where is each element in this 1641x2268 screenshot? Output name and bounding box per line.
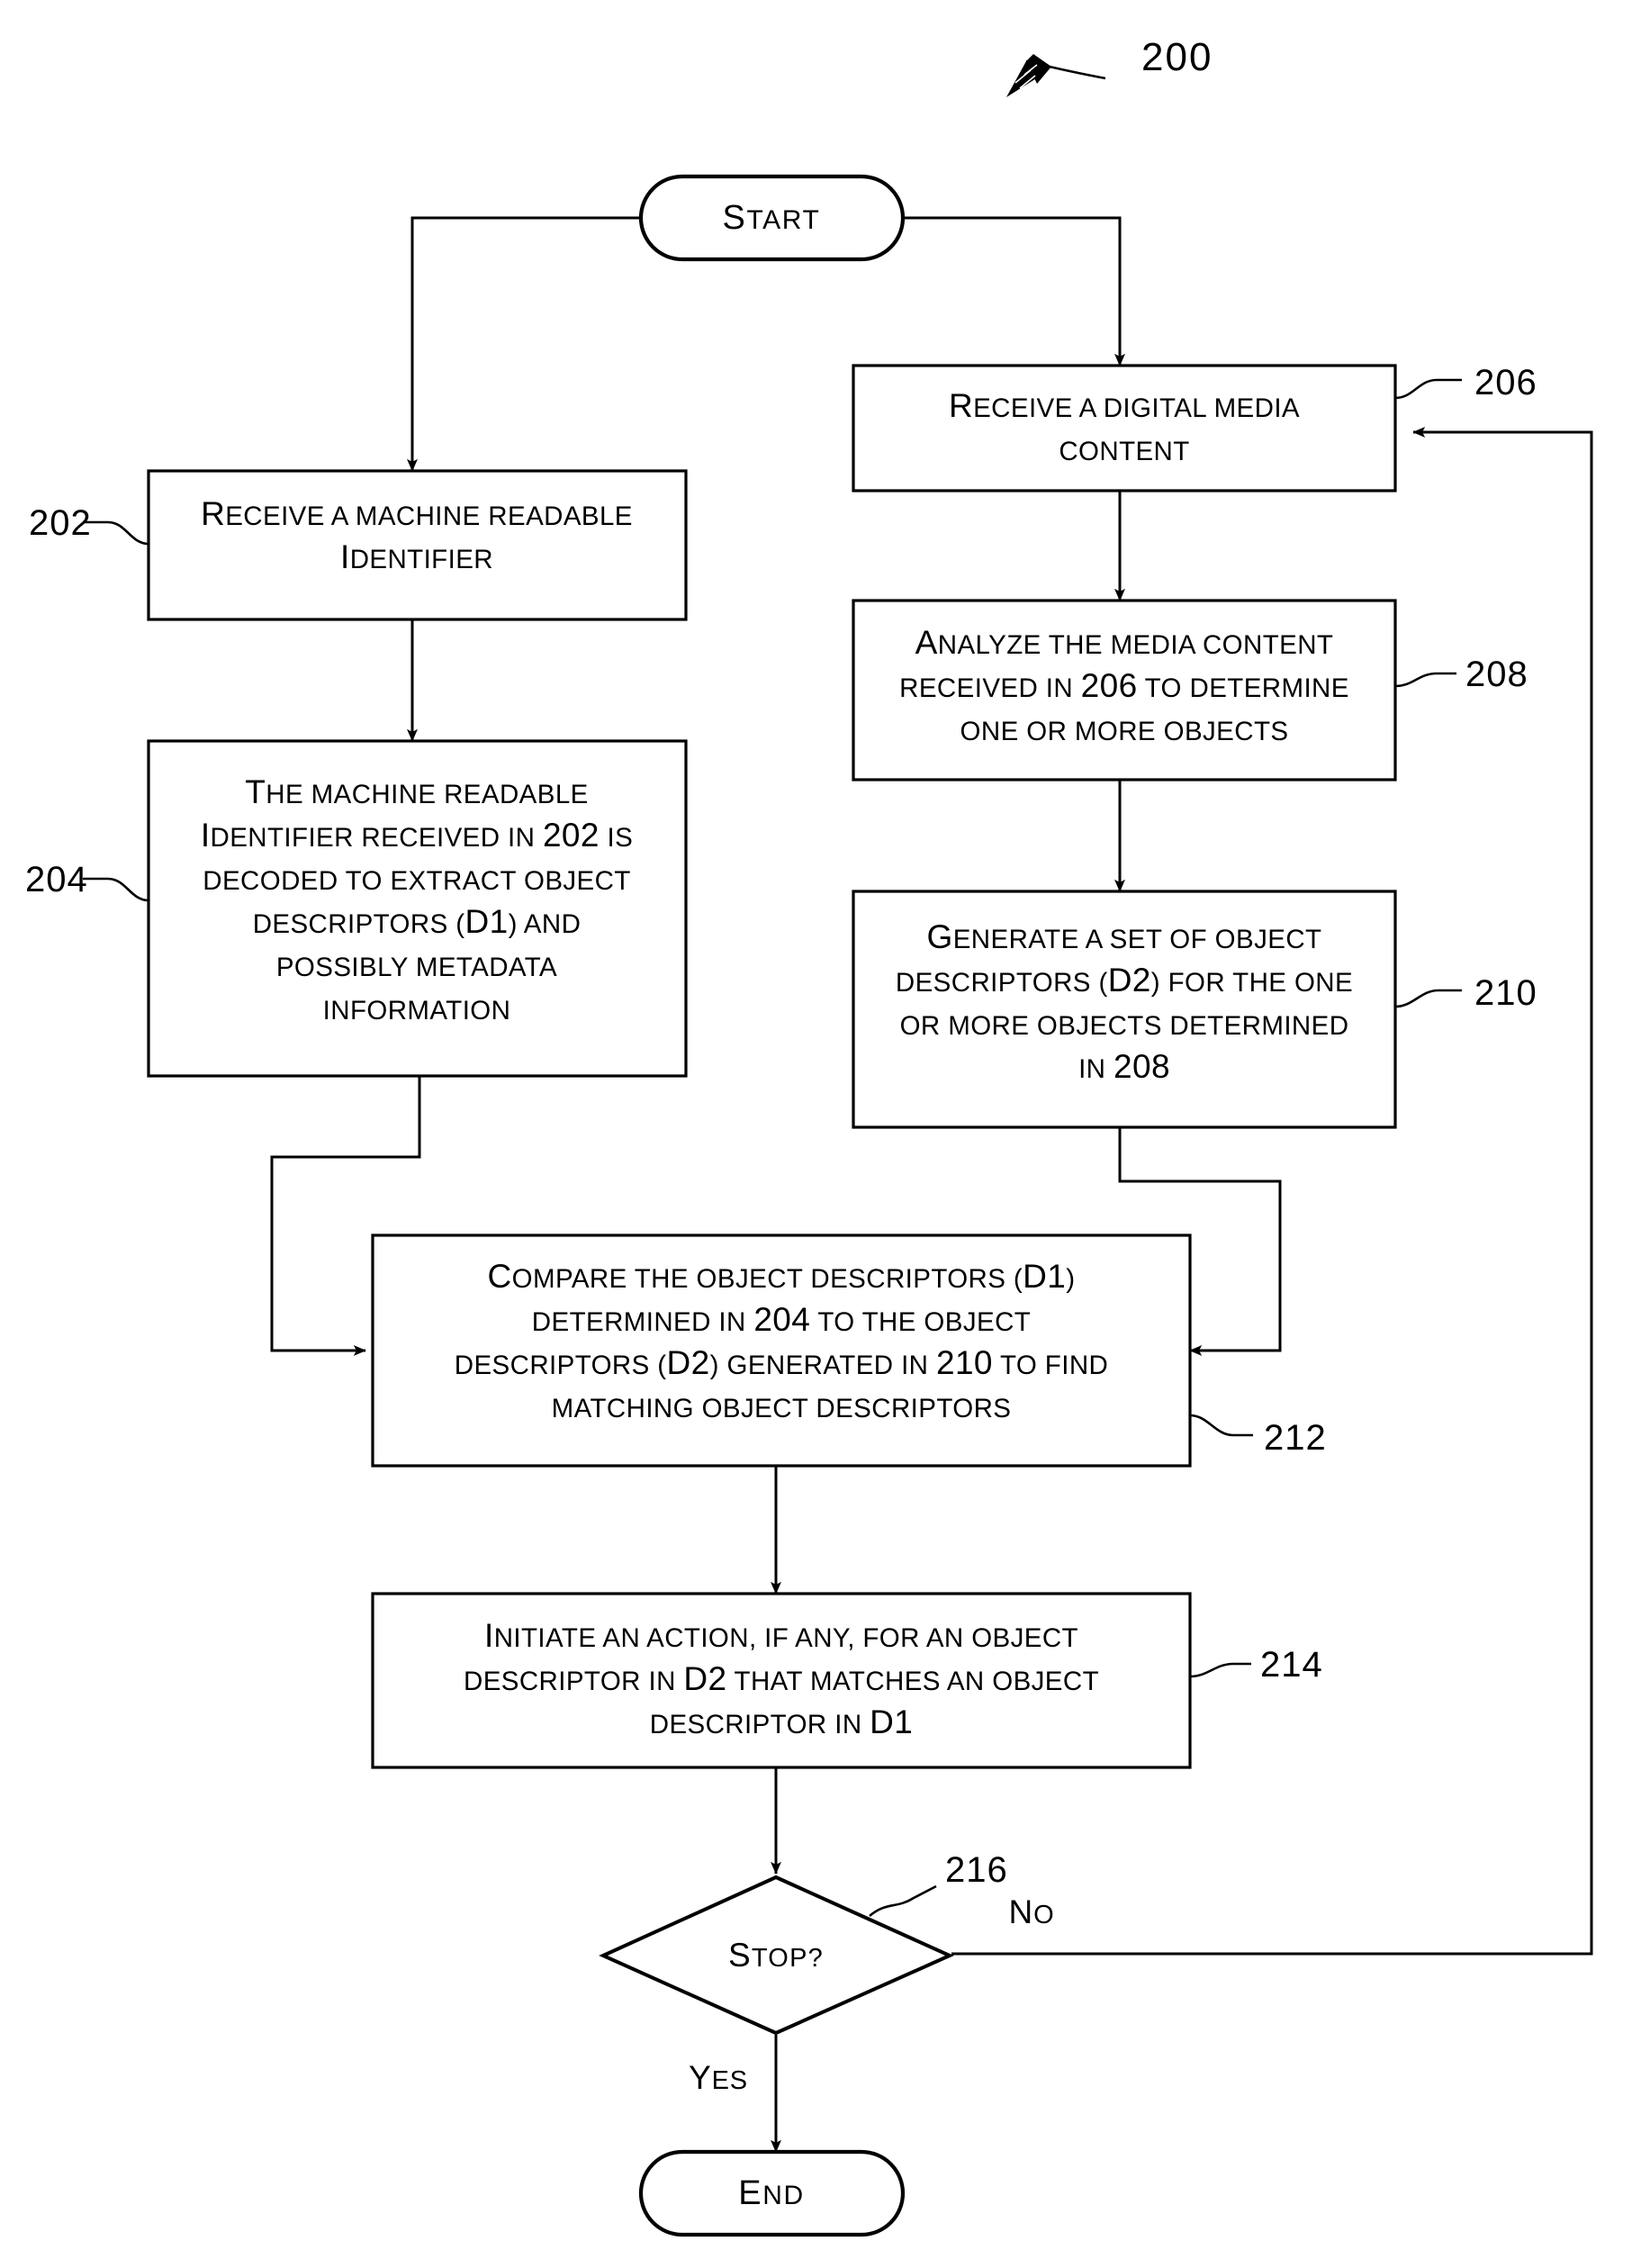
node-216-leader xyxy=(869,1884,937,1918)
node-212[interactable]: COMPARE THE OBJECT DESCRIPTORS (D1) DETE… xyxy=(371,1233,1327,1468)
node-206-line-2: CONTENT xyxy=(1059,437,1189,466)
node-206-shape xyxy=(852,364,1397,492)
node-212-ref: 212 xyxy=(1264,1418,1327,1458)
node-end[interactable]: END xyxy=(638,2149,906,2237)
node-start[interactable]: START xyxy=(638,174,906,262)
flowchart-svg: 200 START RECEIVE A MACHINE READABLE IDE… xyxy=(25,35,1593,2237)
node-210-line-1: GENERATE A SET OF OBJECT xyxy=(927,918,1322,955)
node-214-leader xyxy=(1189,1662,1251,1678)
node-210-line-4: IN 208 xyxy=(1078,1048,1170,1085)
node-204-line-1: THE MACHINE READABLE xyxy=(245,773,588,810)
node-202-line-1: RECEIVE A MACHINE READABLE xyxy=(201,495,633,532)
node-212-leader xyxy=(1189,1414,1253,1437)
node-204-ref: 204 xyxy=(25,860,88,899)
node-208[interactable]: ANALYZE THE MEDIA CONTENT RECEIVED IN 20… xyxy=(852,599,1528,782)
edge-start-to-202 xyxy=(407,216,641,472)
start-label: START xyxy=(723,199,821,237)
node-202-ref: 202 xyxy=(29,503,92,543)
node-210-leader xyxy=(1394,989,1462,1008)
node-208-leader xyxy=(1394,672,1456,688)
node-212-line-1: COMPARE THE OBJECT DESCRIPTORS (D1) xyxy=(488,1258,1076,1295)
branch-label-yes: YES xyxy=(689,2059,748,2096)
node-214-ref: 214 xyxy=(1260,1645,1323,1685)
node-204-leader xyxy=(83,877,149,902)
node-204-line-4: DESCRIPTORS (D1) AND xyxy=(253,903,582,940)
node-208-line-3: ONE OR MORE OBJECTS xyxy=(960,717,1289,746)
node-204-line-5: POSSIBLY METADATA xyxy=(276,953,557,982)
node-206-leader xyxy=(1394,378,1462,400)
node-208-line-2: RECEIVED IN 206 TO DETERMINE xyxy=(899,667,1349,704)
node-212-line-4: MATCHING OBJECT DESCRIPTORS xyxy=(552,1394,1012,1423)
node-202-line-2: IDENTIFIER xyxy=(340,538,493,575)
node-212-line-2: DETERMINED IN 204 TO THE OBJECT xyxy=(532,1301,1031,1338)
node-204-line-3: DECODED TO EXTRACT OBJECT xyxy=(203,866,631,896)
node-216-ref: 216 xyxy=(945,1850,1008,1890)
node-208-ref: 208 xyxy=(1465,655,1528,694)
node-206-ref: 206 xyxy=(1474,363,1537,402)
node-208-line-1: ANALYZE THE MEDIA CONTENT xyxy=(915,624,1334,661)
figure-number: 200 xyxy=(1141,35,1213,79)
branch-label-no: NO xyxy=(1009,1893,1055,1930)
node-214[interactable]: INITIATE AN ACTION, IF ANY, FOR AN OBJEC… xyxy=(371,1592,1323,1769)
node-204-line-6: INFORMATION xyxy=(323,996,511,1026)
node-206-line-1: RECEIVE A DIGITAL MEDIA xyxy=(949,387,1300,424)
node-204-line-2: IDENTIFIER RECEIVED IN 202 IS xyxy=(201,817,633,854)
node-210[interactable]: GENERATE A SET OF OBJECT DESCRIPTORS (D2… xyxy=(852,890,1537,1129)
edge-start-to-206 xyxy=(903,216,1125,366)
node-210-ref: 210 xyxy=(1474,973,1537,1013)
node-214-line-3: DESCRIPTOR IN D1 xyxy=(650,1703,913,1740)
node-214-line-2: DESCRIPTOR IN D2 THAT MATCHES AN OBJECT xyxy=(464,1660,1099,1697)
node-202-leader xyxy=(83,520,149,546)
node-202[interactable]: RECEIVE A MACHINE READABLE IDENTIFIER 20… xyxy=(29,469,688,621)
figure-canvas: 200 START RECEIVE A MACHINE READABLE IDE… xyxy=(0,0,1641,2268)
node-212-line-3: DESCRIPTORS (D2) GENERATED IN 210 TO FIN… xyxy=(455,1344,1108,1381)
node-216[interactable]: STOP? 216 xyxy=(599,1850,1008,2036)
node-214-line-1: INITIATE AN ACTION, IF ANY, FOR AN OBJEC… xyxy=(484,1617,1078,1654)
node-210-line-3: OR MORE OBJECTS DETERMINED xyxy=(900,1011,1349,1041)
node-204[interactable]: THE MACHINE READABLE IDENTIFIER RECEIVED… xyxy=(25,739,688,1078)
figure-ref-200: 200 xyxy=(1006,35,1213,97)
node-210-line-2: DESCRIPTORS (D2) FOR THE ONE xyxy=(896,962,1353,998)
end-label: END xyxy=(738,2174,804,2212)
node-206[interactable]: RECEIVE A DIGITAL MEDIA CONTENT 206 xyxy=(852,363,1537,492)
